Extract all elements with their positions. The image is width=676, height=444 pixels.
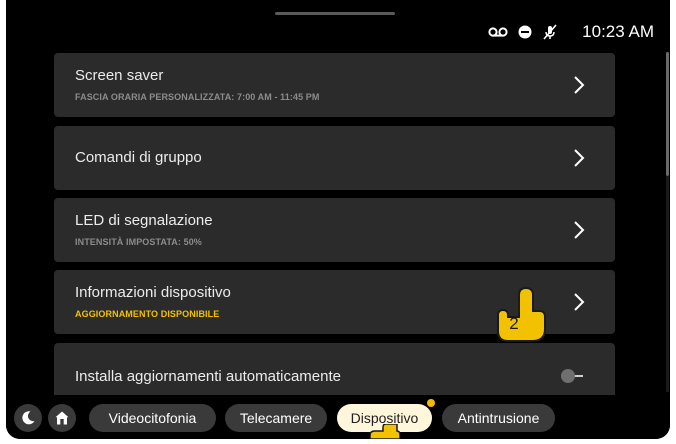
setting-title: Screen saver [75,67,164,84]
toggle-knob [561,369,575,383]
tap-hand-icon [369,423,401,444]
notification-dot [427,399,435,407]
screen: 10:23 AM Screen saver FASCIA ORARIA PERS… [0,0,676,440]
setting-group-commands[interactable]: Comandi di gruppo [54,126,615,190]
chevron-right-icon [573,220,585,245]
setting-title: Comandi di gruppo [75,149,202,166]
bottom-nav: Videocitofonia Telecamere Dispositivo An… [6,396,670,439]
status-bar: 10:23 AM [488,22,654,42]
chevron-right-icon [573,148,585,173]
chevron-right-icon [573,75,585,100]
setting-led-signal[interactable]: LED di segnalazione INTENSITÀ IMPOSTATA:… [54,198,615,262]
voicemail-icon [488,26,508,38]
chevron-right-icon [573,292,585,317]
tab-telecamere[interactable]: Telecamere [225,404,327,432]
mic-off-icon [542,24,558,40]
setting-screen-saver[interactable]: Screen saver FASCIA ORARIA PERSONALIZZAT… [54,53,615,117]
setting-title: LED di segnalazione [75,212,213,229]
tab-videocitofonia[interactable]: Videocitofonia [89,404,216,432]
device-display: 10:23 AM Screen saver FASCIA ORARIA PERS… [6,0,670,439]
moon-icon[interactable] [14,404,42,432]
auto-update-toggle[interactable] [561,369,593,383]
update-available-label: AGGIORNAMENTO DISPONIBILE [75,309,220,319]
clock: 10:23 AM [582,22,654,41]
do-not-disturb-icon [518,25,532,39]
setting-auto-update: Installa aggiornamenti automaticamente [54,343,615,395]
scrollbar-thumb[interactable] [666,52,669,176]
scrollbar-track [666,176,669,392]
setting-title: Informazioni dispositivo [75,284,231,301]
drag-handle[interactable] [275,12,395,15]
home-icon[interactable] [48,404,76,432]
setting-title: Installa aggiornamenti automaticamente [75,368,341,385]
setting-subtitle: INTENSITÀ IMPOSTATA: 50% [75,237,202,247]
hint-step-number: 2 [509,314,519,333]
tab-antintrusione[interactable]: Antintrusione [442,404,555,432]
setting-subtitle: FASCIA ORARIA PERSONALIZZATA: 7:00 AM - … [75,92,320,102]
